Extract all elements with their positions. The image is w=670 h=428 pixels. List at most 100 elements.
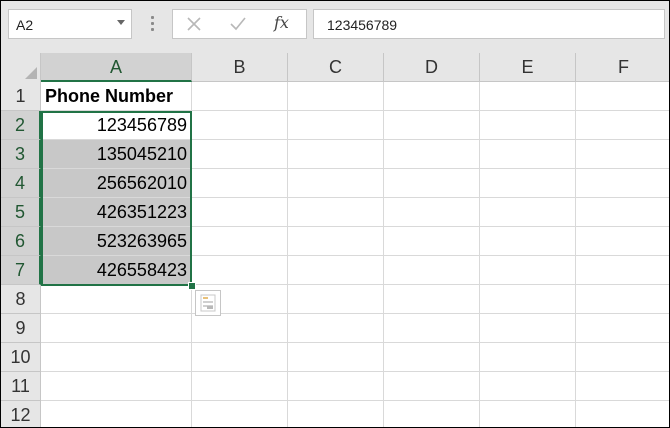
cell-b1[interactable] [192, 82, 288, 111]
cell-a4[interactable]: 256562010 [41, 169, 192, 198]
cell-d11[interactable] [384, 372, 480, 401]
cell-e3[interactable] [480, 140, 576, 169]
cell-c7[interactable] [288, 256, 384, 285]
cell-c5[interactable] [288, 198, 384, 227]
row-header-3[interactable]: 3 [1, 140, 41, 169]
cell-e11[interactable] [480, 372, 576, 401]
cell-c10[interactable] [288, 343, 384, 372]
cell-e7[interactable] [480, 256, 576, 285]
cell-b7[interactable] [192, 256, 288, 285]
cell-a12[interactable] [41, 401, 192, 427]
cell-a7[interactable]: 426558423 [41, 256, 192, 285]
insert-function-button[interactable]: fx [274, 13, 289, 32]
cell-e9[interactable] [480, 314, 576, 343]
cell-d8[interactable] [384, 285, 480, 314]
cell-f2[interactable] [576, 111, 669, 140]
vertical-dots-icon[interactable] [151, 16, 155, 32]
check-icon[interactable] [227, 13, 249, 35]
cell-a6[interactable]: 523263965 [41, 227, 192, 256]
cell-d2[interactable] [384, 111, 480, 140]
cell-b5[interactable] [192, 198, 288, 227]
cell-d6[interactable] [384, 227, 480, 256]
cell-a2[interactable]: 123456789 [41, 111, 192, 140]
cell-f11[interactable] [576, 372, 669, 401]
cell-b2[interactable] [192, 111, 288, 140]
cell-c6[interactable] [288, 227, 384, 256]
row-header-1[interactable]: 1 [1, 82, 41, 111]
column-header-a[interactable]: A [41, 53, 192, 82]
cell-e6[interactable] [480, 227, 576, 256]
cell-f5[interactable] [576, 198, 669, 227]
cell-b11[interactable] [192, 372, 288, 401]
cell-e2[interactable] [480, 111, 576, 140]
cell-f4[interactable] [576, 169, 669, 198]
formula-input[interactable]: 123456789 [313, 9, 665, 39]
cell-b3[interactable] [192, 140, 288, 169]
column-header-b[interactable]: B [192, 53, 288, 82]
cell-c8[interactable] [288, 285, 384, 314]
fill-handle[interactable] [188, 282, 196, 290]
row-header-6[interactable]: 6 [1, 227, 41, 256]
cell-f12[interactable] [576, 401, 669, 427]
row-header-7[interactable]: 7 [1, 256, 41, 285]
cell-d1[interactable] [384, 82, 480, 111]
cell-d4[interactable] [384, 169, 480, 198]
cell-e12[interactable] [480, 401, 576, 427]
column-header-e[interactable]: E [480, 53, 576, 82]
row-header-11[interactable]: 11 [1, 372, 41, 401]
column-header-f[interactable]: F [576, 53, 669, 82]
cell-c3[interactable] [288, 140, 384, 169]
chevron-down-icon[interactable] [117, 20, 125, 25]
cell-e10[interactable] [480, 343, 576, 372]
cell-d10[interactable] [384, 343, 480, 372]
cell-c2[interactable] [288, 111, 384, 140]
cell-f8[interactable] [576, 285, 669, 314]
cell-e8[interactable] [480, 285, 576, 314]
cell-c11[interactable] [288, 372, 384, 401]
cell-f3[interactable] [576, 140, 669, 169]
cell-b4[interactable] [192, 169, 288, 198]
cell-a8[interactable] [41, 285, 192, 314]
row-header-4[interactable]: 4 [1, 169, 41, 198]
column-header-c[interactable]: C [288, 53, 384, 82]
column-header-d[interactable]: D [384, 53, 480, 82]
cell-d7[interactable] [384, 256, 480, 285]
cell-f10[interactable] [576, 343, 669, 372]
row-header-9[interactable]: 9 [1, 314, 41, 343]
cancel-icon[interactable] [183, 13, 205, 35]
cell-a3[interactable]: 135045210 [41, 140, 192, 169]
cell-c1[interactable] [288, 82, 384, 111]
cell-d12[interactable] [384, 401, 480, 427]
cell-d5[interactable] [384, 198, 480, 227]
cell-e5[interactable] [480, 198, 576, 227]
cell-a9[interactable] [41, 314, 192, 343]
cell-f9[interactable] [576, 314, 669, 343]
cell-b10[interactable] [192, 343, 288, 372]
cell-b12[interactable] [192, 401, 288, 427]
cell-c12[interactable] [288, 401, 384, 427]
cell-c9[interactable] [288, 314, 384, 343]
cell-d9[interactable] [384, 314, 480, 343]
cell-b9[interactable] [192, 314, 288, 343]
cell-b6[interactable] [192, 227, 288, 256]
cell-a1[interactable]: Phone Number [41, 82, 192, 111]
cell-f1[interactable] [576, 82, 669, 111]
name-box[interactable]: A2 [8, 9, 132, 39]
cell-a11[interactable] [41, 372, 192, 401]
row-header-2[interactable]: 2 [1, 111, 41, 140]
row-header-8[interactable]: 8 [1, 285, 41, 314]
select-all-button[interactable] [1, 53, 41, 83]
formula-input-value: 123456789 [327, 17, 398, 33]
cell-e1[interactable] [480, 82, 576, 111]
cell-f6[interactable] [576, 227, 669, 256]
row-header-12[interactable]: 12 [1, 401, 41, 427]
cell-a10[interactable] [41, 343, 192, 372]
cell-e4[interactable] [480, 169, 576, 198]
row-header-10[interactable]: 10 [1, 343, 41, 372]
cell-a5[interactable]: 426351223 [41, 198, 192, 227]
row-header-5[interactable]: 5 [1, 198, 41, 227]
cell-c4[interactable] [288, 169, 384, 198]
cell-f7[interactable] [576, 256, 669, 285]
quick-analysis-button[interactable] [195, 290, 221, 316]
cell-d3[interactable] [384, 140, 480, 169]
